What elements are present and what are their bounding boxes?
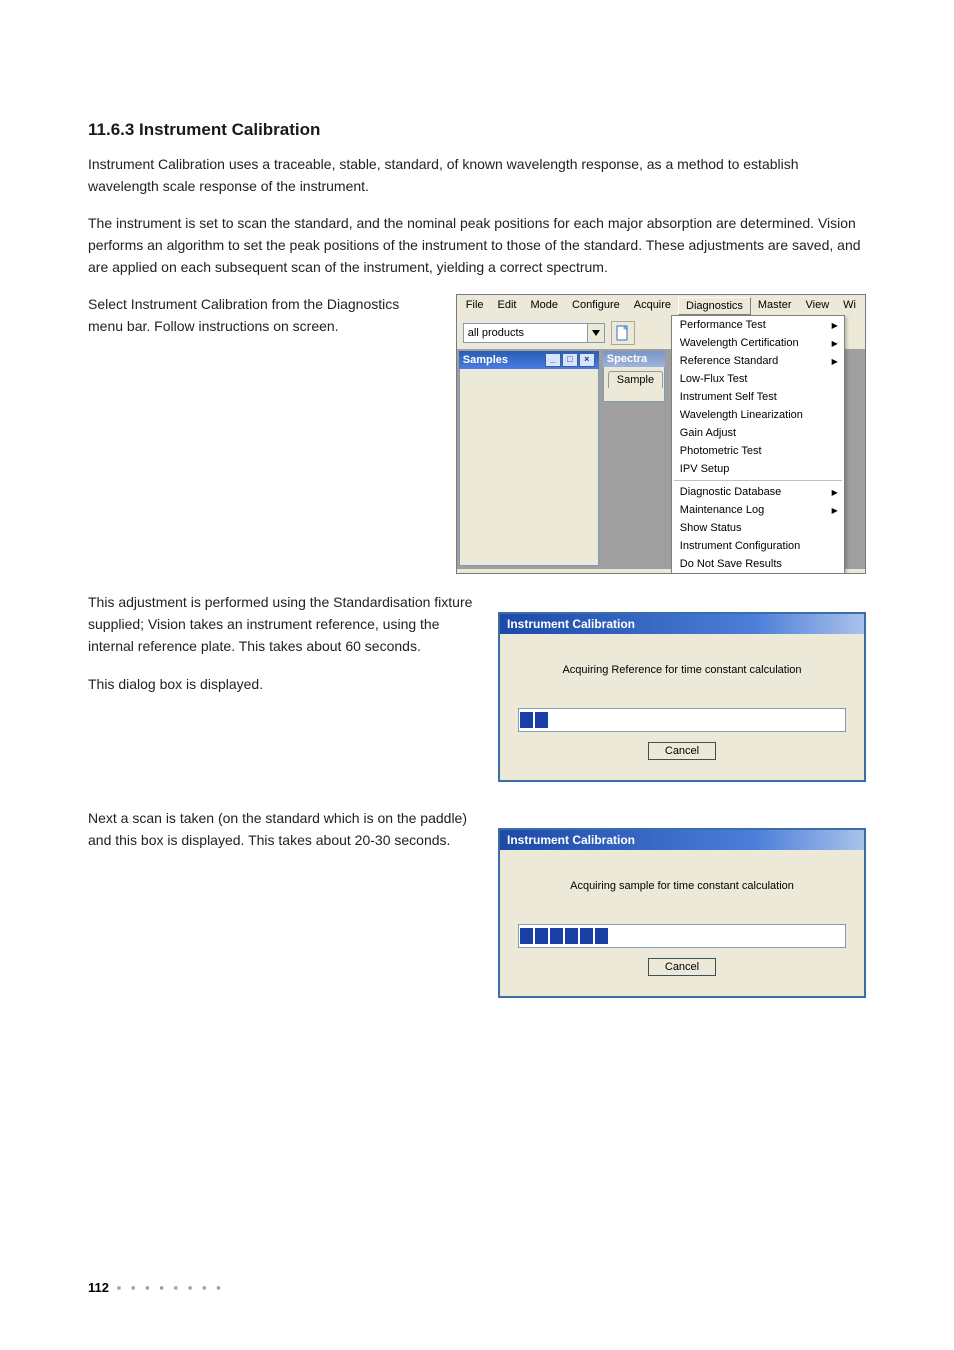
dialog1-title: Instrument Calibration [500,614,864,634]
page-number: 112 [88,1280,109,1295]
section-heading: 11.6.3 Instrument Calibration [88,120,866,140]
menu-view[interactable]: View [799,297,837,315]
paragraph-1: Instrument Calibration uses a traceable,… [88,154,866,197]
dialog-acquiring-reference: Instrument Calibration Acquiring Referen… [498,612,866,782]
menu-wi[interactable]: Wi [836,297,863,315]
dd-gain-adjust[interactable]: Gain Adjust [672,424,844,442]
paragraph-5: This dialog box is displayed. [88,674,480,696]
menubar: File Edit Mode Configure Acquire Diagnos… [457,295,865,317]
close-icon[interactable]: × [579,353,595,367]
footer-dots: ▪ ▪ ▪ ▪ ▪ ▪ ▪ ▪ [117,1280,224,1295]
menu-edit[interactable]: Edit [491,297,524,315]
dd-diag-database[interactable]: Diagnostic Database [672,483,844,501]
paragraph-6: Next a scan is taken (on the standard wh… [88,808,480,851]
dd-wavelength-cert[interactable]: Wavelength Certification [672,334,844,352]
progress-segment [580,928,593,944]
dialog2-cancel-button[interactable]: Cancel [648,958,716,976]
menu-acquire[interactable]: Acquire [627,297,678,315]
sample-tab[interactable]: Sample [608,371,663,388]
dd-photometric[interactable]: Photometric Test [672,442,844,460]
spectra-window-title[interactable]: Spectra [603,351,665,367]
progress-segment [550,928,563,944]
dialog1-message: Acquiring Reference for time constant ca… [518,664,846,676]
samples-title-text: Samples [463,354,508,366]
dialog1-cancel-button[interactable]: Cancel [648,742,716,760]
dropdown-arrow-icon[interactable] [587,324,604,342]
minimize-icon[interactable]: _ [545,353,561,367]
dd-show-status[interactable]: Show Status [672,519,844,537]
dd-self-test[interactable]: Instrument Self Test [672,388,844,406]
new-document-icon[interactable] [611,321,635,345]
dd-low-flux[interactable]: Low-Flux Test [672,370,844,388]
maximize-icon[interactable]: □ [562,353,578,367]
dd-instr-config[interactable]: Instrument Configuration [672,537,844,555]
progress-segment [520,712,533,728]
progress-segment [520,928,533,944]
dd-wavelength-lin[interactable]: Wavelength Linearization [672,406,844,424]
products-combo-value: all products [464,326,587,340]
dialog2-progress [518,924,846,948]
dd-separator [674,480,842,481]
app-window: File Edit Mode Configure Acquire Diagnos… [456,294,866,574]
progress-segment [565,928,578,944]
diagnostics-dropdown: Performance Test Wavelength Certificatio… [671,315,845,574]
progress-segment [595,928,608,944]
dialog2-title: Instrument Calibration [500,830,864,850]
dd-performance-test[interactable]: Performance Test [672,316,844,334]
progress-segment [535,712,548,728]
menu-mode[interactable]: Mode [524,297,566,315]
page-footer: 112 ▪ ▪ ▪ ▪ ▪ ▪ ▪ ▪ [88,1280,224,1295]
dd-maint-log[interactable]: Maintenance Log [672,501,844,519]
paragraph-2: The instrument is set to scan the standa… [88,213,866,278]
menu-file[interactable]: File [459,297,491,315]
dd-reference-standard[interactable]: Reference Standard [672,352,844,370]
dd-instr-calibration[interactable]: Instrument Calibration [672,573,844,574]
paragraph-3: Select Instrument Calibration from the D… [88,294,438,337]
samples-window-title[interactable]: Samples _ □ × [459,351,599,369]
dialog-acquiring-sample: Instrument Calibration Acquiring sample … [498,828,866,998]
products-combo[interactable]: all products [463,323,605,343]
dd-ipv-setup[interactable]: IPV Setup [672,460,844,478]
dd-no-save[interactable]: Do Not Save Results [672,555,844,573]
paragraph-4: This adjustment is performed using the S… [88,592,480,657]
dialog1-progress [518,708,846,732]
menu-diagnostics[interactable]: Diagnostics [678,297,751,315]
menu-configure[interactable]: Configure [565,297,627,315]
spectra-title-text: Spectra [607,353,647,365]
menu-master[interactable]: Master [751,297,799,315]
dialog2-message: Acquiring sample for time constant calcu… [518,880,846,892]
progress-segment [535,928,548,944]
